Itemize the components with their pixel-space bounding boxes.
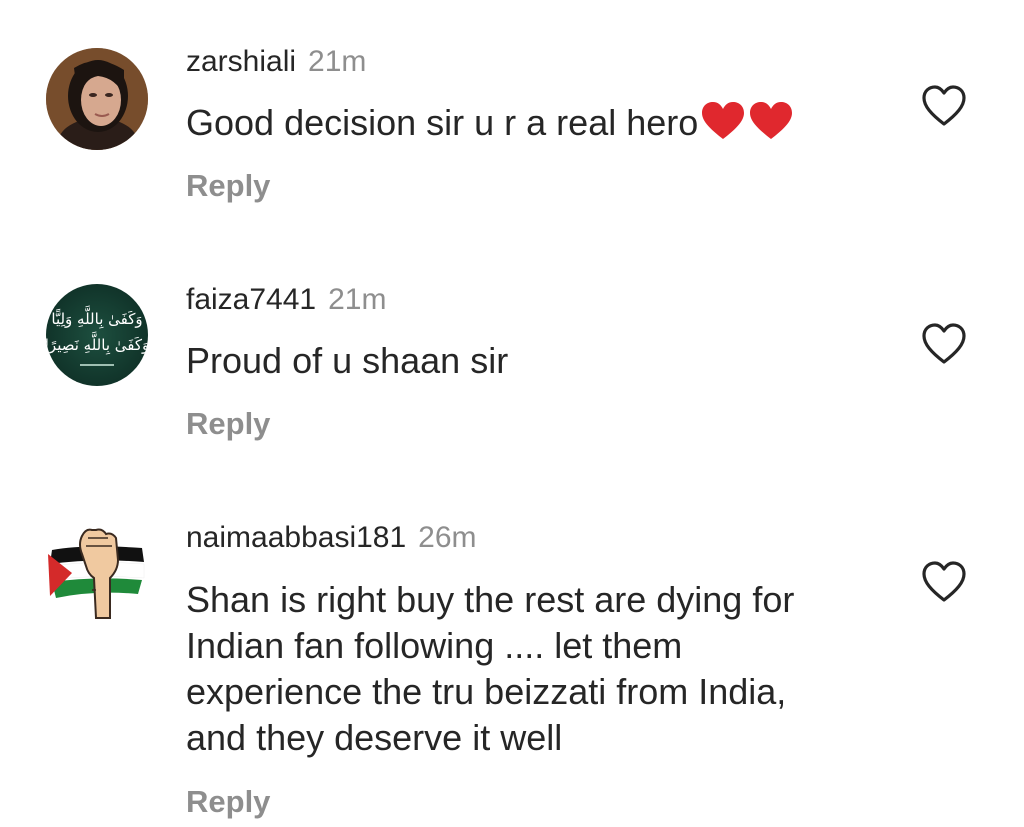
timestamp: 21m — [308, 45, 367, 78]
username[interactable]: naimaabbasi181 — [186, 521, 406, 554]
comment-line: experience the tru beizzati from India, — [186, 671, 787, 712]
comment-text: Proud of u shaan sir — [186, 338, 886, 384]
comment-text: Good decision sir u r a real hero — [186, 100, 886, 152]
avatar[interactable]: وَكَفَىٰ بِاللَّهِ وَلِيًّا وَكَفَىٰ بِا… — [46, 284, 148, 386]
comment-body: Proud of u shaan sir — [186, 340, 509, 381]
red-heart-emoji — [748, 101, 794, 152]
heart-outline-icon[interactable] — [920, 322, 968, 366]
reply-button[interactable]: Reply — [186, 784, 270, 820]
comment-header: faiza7441 21m — [186, 282, 386, 318]
comment-text: Shan is right buy the rest are dying for… — [186, 577, 886, 761]
heart-outline-icon[interactable] — [920, 560, 968, 604]
red-heart-emoji — [700, 101, 746, 152]
comment-line: Shan is right buy the rest are dying for — [186, 579, 795, 620]
avatar-calligraphy: وَكَفَىٰ بِاللَّهِ وَلِيًّا — [51, 306, 142, 330]
username[interactable]: zarshiali — [186, 45, 296, 78]
avatar-calligraphy: وَكَفَىٰ بِاللَّهِ نَصِيرًا — [46, 332, 148, 356]
comment-line: and they deserve it well — [186, 717, 563, 758]
comment-header: zarshiali 21m — [186, 44, 366, 80]
comment-body: Good decision sir u r a real hero — [186, 102, 699, 143]
reply-button[interactable]: Reply — [186, 168, 270, 204]
timestamp: 26m — [418, 521, 477, 554]
comment-line: Indian fan following .... let them — [186, 625, 683, 666]
avatar[interactable] — [46, 48, 148, 150]
avatar[interactable] — [46, 518, 148, 620]
reply-button[interactable]: Reply — [186, 406, 270, 442]
heart-outline-icon[interactable] — [920, 84, 968, 128]
username[interactable]: faiza7441 — [186, 283, 316, 316]
comment-header: naimaabbasi181 26m — [186, 520, 477, 556]
timestamp: 21m — [328, 283, 387, 316]
